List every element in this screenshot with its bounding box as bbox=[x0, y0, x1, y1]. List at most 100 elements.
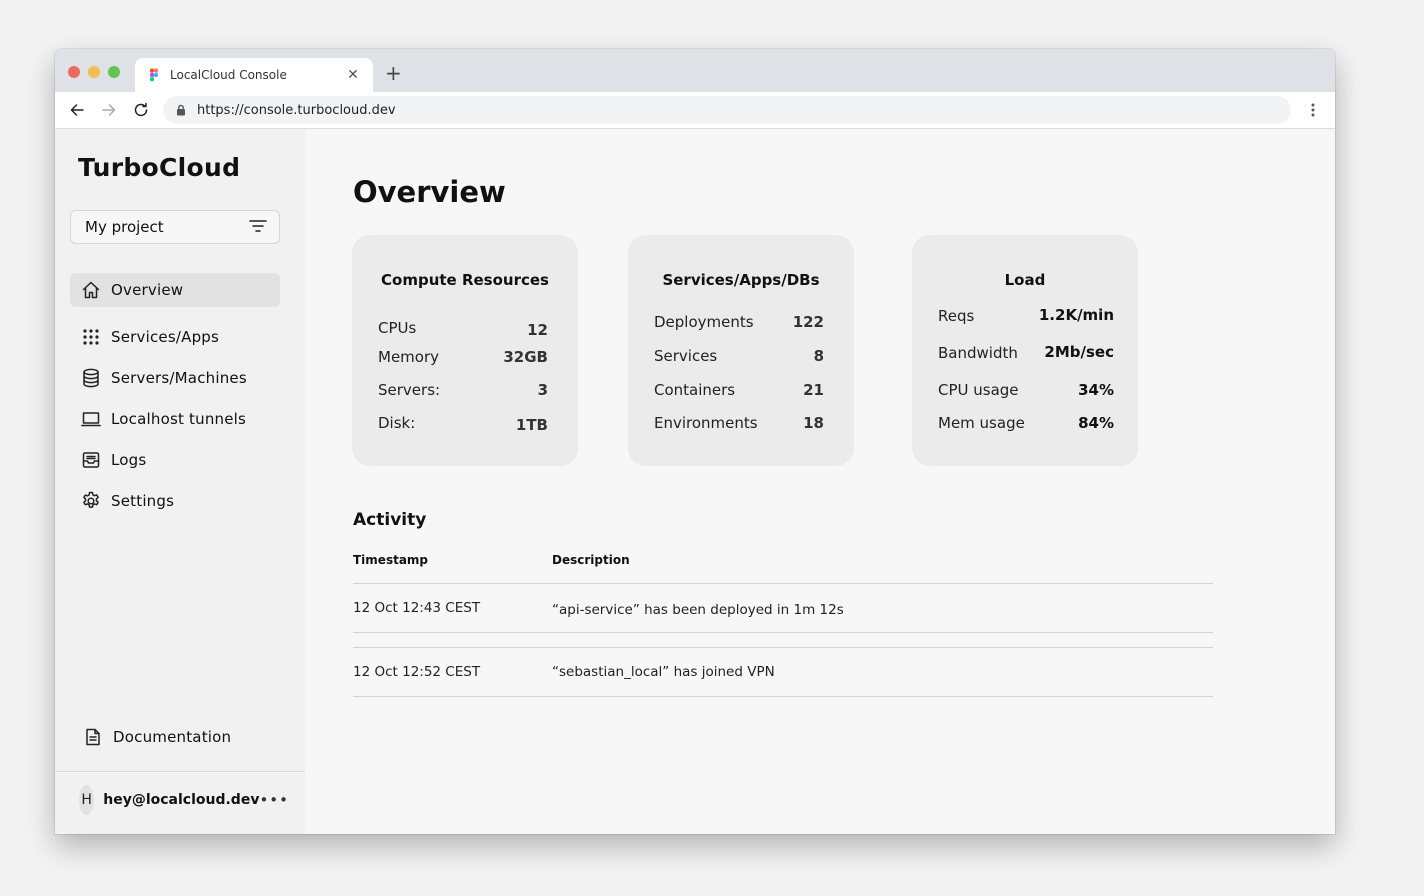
sidebar: TurboCloud My project Overview Services/… bbox=[55, 129, 305, 834]
metric-row: Disk: 1TB bbox=[378, 414, 548, 434]
metric-value: 1.2K/min bbox=[1038, 306, 1114, 324]
document-icon bbox=[83, 727, 103, 747]
window-maximize-button[interactable] bbox=[108, 66, 120, 78]
browser-window: LocalCloud Console ✕ + https://console.t… bbox=[55, 49, 1335, 834]
metric-label: Memory bbox=[378, 348, 440, 366]
browser-menu-icon[interactable] bbox=[1305, 102, 1321, 120]
user-account[interactable]: H hey@localcloud.dev ••• bbox=[79, 785, 289, 815]
sidebar-item-overview[interactable]: Overview bbox=[70, 273, 280, 307]
metric-label: CPU usage bbox=[938, 381, 1019, 399]
more-options-icon[interactable]: ••• bbox=[259, 791, 289, 809]
activity-title: Activity bbox=[353, 510, 427, 530]
metric-label: Servers: bbox=[378, 381, 441, 399]
metric-value: 122 bbox=[792, 313, 824, 331]
row-description: “sebastian_local” has joined VPN bbox=[552, 664, 775, 680]
metric-row: Reqs 1.2K/min bbox=[938, 306, 1114, 325]
table-divider bbox=[353, 583, 1213, 584]
metric-label: Mem usage bbox=[938, 414, 1025, 432]
metric-row: Memory 32GB bbox=[378, 348, 548, 366]
table-divider bbox=[353, 696, 1213, 697]
column-header-description: Description bbox=[552, 553, 630, 567]
address-bar[interactable]: https://console.turbocloud.dev bbox=[163, 96, 1291, 124]
compute-resources-card: Compute Resources CPUs 12 Memory 32GB Se… bbox=[352, 235, 578, 466]
metric-value: 8 bbox=[813, 347, 824, 365]
sidebar-item-label: Settings bbox=[111, 492, 175, 510]
metric-row: Containers 21 bbox=[654, 381, 824, 399]
tab-title: LocalCloud Console bbox=[170, 68, 287, 82]
sidebar-divider bbox=[55, 771, 305, 772]
browser-tab[interactable]: LocalCloud Console ✕ bbox=[135, 58, 373, 92]
window-close-button[interactable] bbox=[68, 66, 80, 78]
documentation-link[interactable]: Documentation bbox=[72, 720, 282, 754]
sidebar-item-label: Servers/Machines bbox=[111, 369, 247, 387]
sidebar-item-label: Overview bbox=[111, 281, 184, 299]
metric-label: Environments bbox=[654, 414, 758, 432]
inbox-icon bbox=[81, 450, 101, 470]
metric-label: Containers bbox=[654, 381, 736, 399]
documentation-label: Documentation bbox=[113, 728, 232, 746]
metric-label: Reqs bbox=[938, 307, 975, 325]
metric-label: Services bbox=[654, 347, 718, 365]
metric-value: 3 bbox=[537, 381, 548, 399]
new-tab-button[interactable]: + bbox=[385, 63, 402, 83]
metric-value: 12 bbox=[527, 321, 548, 339]
sidebar-item-services-apps[interactable]: Services/Apps bbox=[70, 320, 280, 354]
metric-row: Bandwidth 2Mb/sec bbox=[938, 343, 1114, 362]
row-description: “api-service” has been deployed in 1m 12… bbox=[552, 602, 844, 618]
services-apps-dbs-card: Services/Apps/DBs Deployments 122 Servic… bbox=[628, 235, 854, 466]
metric-value: 18 bbox=[803, 414, 824, 432]
metric-value: 21 bbox=[803, 381, 824, 399]
sidebar-item-label: Logs bbox=[111, 451, 147, 469]
grid-dots-icon bbox=[81, 327, 101, 347]
sidebar-item-logs[interactable]: Logs bbox=[70, 443, 280, 477]
card-title: Services/Apps/DBs bbox=[662, 271, 820, 289]
tab-close-icon[interactable]: ✕ bbox=[345, 67, 361, 83]
metric-value: 1TB bbox=[515, 416, 548, 434]
database-icon bbox=[81, 368, 101, 388]
url-text: https://console.turbocloud.dev bbox=[197, 102, 396, 118]
metric-value: 84% bbox=[1078, 414, 1114, 432]
filter-icon bbox=[249, 218, 267, 237]
lock-icon bbox=[175, 104, 187, 116]
load-card: Load Reqs 1.2K/min Bandwidth 2Mb/sec CPU… bbox=[912, 235, 1138, 466]
column-header-timestamp: Timestamp bbox=[353, 553, 429, 567]
project-select-label: My project bbox=[85, 218, 164, 236]
main-content: Overview Compute Resources CPUs 12 Memor… bbox=[305, 129, 1335, 834]
sidebar-item-settings[interactable]: Settings bbox=[70, 484, 280, 518]
metric-row: Deployments 122 bbox=[654, 313, 824, 331]
sidebar-item-servers-machines[interactable]: Servers/Machines bbox=[70, 361, 280, 395]
project-select[interactable]: My project bbox=[70, 210, 280, 244]
table-divider bbox=[353, 632, 1213, 633]
back-arrow-icon[interactable] bbox=[68, 101, 86, 119]
browser-tab-bar: LocalCloud Console ✕ + bbox=[55, 49, 1335, 92]
figma-favicon-icon bbox=[147, 68, 161, 82]
avatar: H bbox=[79, 785, 95, 815]
sidebar-item-localhost-tunnels[interactable]: Localhost tunnels bbox=[70, 402, 280, 436]
metric-row: Mem usage 84% bbox=[938, 414, 1114, 432]
browser-toolbar: https://console.turbocloud.dev bbox=[55, 92, 1335, 129]
card-title: Compute Resources bbox=[381, 271, 549, 289]
sidebar-item-label: Services/Apps bbox=[111, 328, 220, 346]
row-timestamp: 12 Oct 12:43 CEST bbox=[353, 600, 481, 616]
metric-label: CPUs bbox=[378, 319, 417, 337]
brand-logo: TurboCloud bbox=[78, 153, 241, 182]
user-email: hey@localcloud.dev bbox=[103, 792, 260, 808]
metric-row: CPU usage 34% bbox=[938, 381, 1114, 399]
metric-value: 2Mb/sec bbox=[1044, 343, 1114, 361]
metric-row: Services 8 bbox=[654, 347, 824, 365]
metric-value: 34% bbox=[1078, 381, 1114, 399]
forward-arrow-icon[interactable] bbox=[100, 101, 118, 119]
window-minimize-button[interactable] bbox=[88, 66, 100, 78]
metric-label: Deployments bbox=[654, 313, 754, 331]
metric-value: 32GB bbox=[503, 348, 548, 366]
table-divider bbox=[353, 647, 1213, 648]
page-title: Overview bbox=[353, 175, 506, 209]
reload-icon[interactable] bbox=[132, 101, 150, 119]
metric-row: Environments 18 bbox=[654, 414, 824, 432]
metric-row: Servers: 3 bbox=[378, 381, 548, 399]
laptop-icon bbox=[81, 409, 101, 429]
row-timestamp: 12 Oct 12:52 CEST bbox=[353, 664, 481, 680]
home-icon bbox=[81, 280, 101, 300]
metric-label: Bandwidth bbox=[938, 344, 1018, 362]
metric-row: CPUs 12 bbox=[378, 319, 548, 339]
